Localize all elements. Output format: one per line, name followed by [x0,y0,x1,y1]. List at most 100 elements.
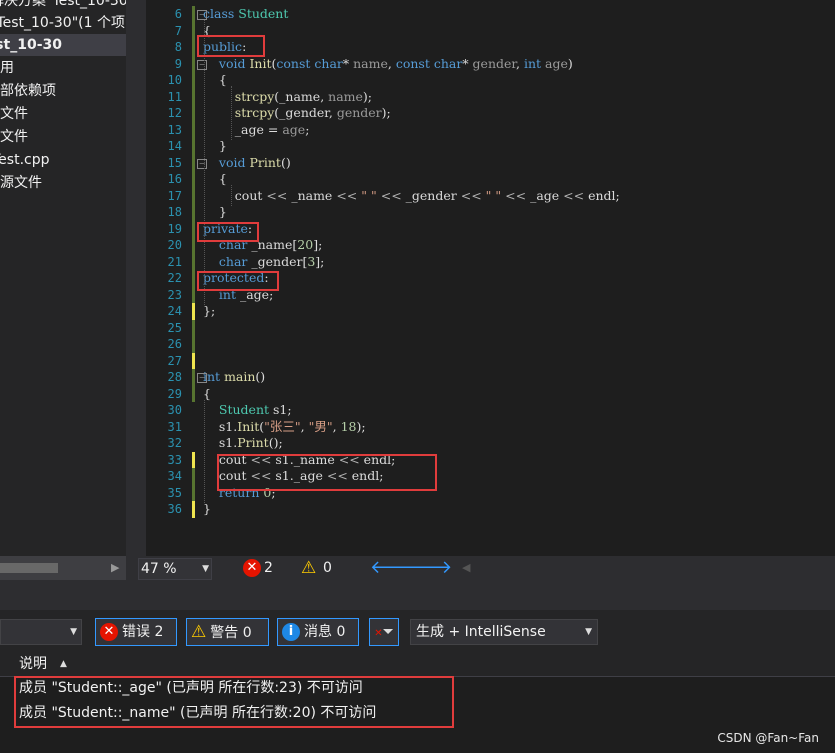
highlight-box-public [197,35,265,57]
warnings-filter-label: 警告 0 [210,625,252,641]
line-number: 12 [167,106,182,120]
warning-icon[interactable]: ⚠ [301,556,316,580]
code-line[interactable]: Student s1; [203,402,292,419]
errors-filter-button[interactable]: ✕ 错误 2 [95,618,177,646]
scroll-thumb[interactable] [0,563,58,573]
line-number: 29 [167,386,182,401]
watermark: CSDN @Fan~Fan [717,731,819,745]
error-list-header: 说明 ▲ [0,652,835,677]
code-line[interactable]: { [203,72,227,89]
zoom-value: 47 % [141,561,177,577]
status-warning-count[interactable]: 0 [323,556,332,580]
line-number: 33 [167,452,182,467]
code-line[interactable]: strcpy(_name, name); [203,89,372,106]
fold-toggle-icon[interactable]: − [197,158,207,169]
code-line[interactable]: } [203,204,227,221]
info-icon: i [282,623,300,641]
tree-item-project[interactable]: Test_10-30 [0,34,126,56]
code-line[interactable]: } [203,138,227,155]
tree-item-header-files[interactable]: 头文件 [0,103,28,125]
code-line[interactable]: }; [203,303,215,320]
code-line[interactable]: s1.Init("张三", "男", 18); [203,419,366,436]
change-indicator [192,468,195,501]
line-number: 34 [167,469,182,483]
indent-guide [231,86,232,140]
indent-guide [204,20,205,305]
nav-forward-arrow-icon[interactable]: 🡒 [404,556,452,580]
scroll-right-arrow-icon[interactable]: ▶ [111,556,119,580]
code-line[interactable]: cout << _name << " " << _gender << " " <… [203,188,620,205]
tree-item-solution[interactable]: 解决方案"Test_10-30"(1 个项目) [0,0,126,12]
line-number: 13 [167,122,182,137]
tree-item-project-header[interactable]: "Test_10-30"(1 个项 [0,12,125,34]
line-number: 25 [167,320,182,335]
line-number: 36 [167,502,182,516]
line-number: 8 [174,40,182,54]
panel-divider [0,580,835,610]
line-number: 19 [167,221,182,236]
code-line[interactable]: int main() [203,369,265,386]
scope-dropdown[interactable]: ▼ [0,619,82,645]
code-line[interactable]: s1.Print(); [203,435,283,452]
change-indicator [192,369,195,402]
zoom-combo[interactable]: 47 % ▼ [138,558,212,580]
warnings-filter-button[interactable]: ⚠ 警告 0 [186,618,269,646]
change-indicator [192,501,195,518]
editor-status-bar [136,556,835,580]
build-filter-dropdown[interactable]: 生成 + IntelliSense ▼ [410,619,598,645]
code-line[interactable]: char _gender[3]; [203,254,324,271]
code-line[interactable]: { [203,171,227,188]
code-line[interactable]: class Student [203,6,288,23]
sort-ascending-icon: ▲ [60,659,67,669]
fold-toggle-icon[interactable]: − [197,10,207,20]
line-number: 7 [174,23,182,38]
line-number: 16 [167,172,182,186]
funnel-icon: ⏷ [382,624,394,640]
indent-guide [231,185,232,206]
chevron-down-icon: ▼ [70,627,77,637]
error-icon: ✕ [100,623,118,641]
change-indicator [192,6,195,303]
tree-item-references[interactable]: 引用 [0,57,14,79]
line-number: 21 [167,254,182,269]
tree-item-external-deps[interactable]: 外部依赖项 [0,80,56,102]
solution-hscrollbar[interactable]: ▶ [0,556,126,580]
line-number: 20 [167,238,182,252]
column-header-description[interactable]: 说明 [19,652,47,676]
line-number: 10 [167,73,182,87]
highlight-box-access-lines [217,454,437,491]
line-number: 31 [167,419,182,434]
code-line[interactable]: void Print() [203,155,291,172]
fold-toggle-icon[interactable]: − [197,373,207,383]
warning-icon: ⚠ [191,622,207,642]
indent-guide [204,399,205,503]
tree-item-source-files[interactable]: 源文件 [0,126,28,148]
line-number: 27 [167,353,182,368]
tree-item-test-cpp[interactable]: Test.cpp [0,149,50,171]
highlight-box-errors [14,676,454,728]
highlight-box-private [197,222,259,242]
line-number: 11 [167,89,182,104]
filter-funnel-button[interactable]: ✕⏷ [369,618,399,646]
hscroll-left-arrow-icon[interactable]: ◀ [462,556,470,580]
line-number: 23 [167,287,182,302]
code-line[interactable]: _age = age; [203,122,310,139]
tree-item-resource-files[interactable]: 资源文件 [0,172,42,194]
pane-splitter[interactable] [126,0,136,580]
line-number: 28 [167,370,182,384]
line-number: 9 [174,56,182,71]
line-number: 6 [174,7,182,21]
error-icon[interactable]: ✕ [243,559,261,577]
errors-filter-label: 错误 2 [122,624,164,640]
change-indicator [192,303,195,320]
code-line[interactable]: void Init(const char* name, const char* … [203,56,573,73]
messages-filter-button[interactable]: i 消息 0 [277,618,359,646]
editor-margin [136,0,146,556]
fold-toggle-icon[interactable]: − [197,59,207,70]
status-error-count[interactable]: 2 [264,556,273,580]
code-line[interactable]: } [203,501,211,518]
line-number: 18 [167,205,182,219]
solution-explorer: 解决方案"Test_10-30"(1 个项目) "Test_10-30"(1 个… [0,0,126,556]
line-number: 17 [167,188,182,203]
change-indicator [192,352,195,369]
